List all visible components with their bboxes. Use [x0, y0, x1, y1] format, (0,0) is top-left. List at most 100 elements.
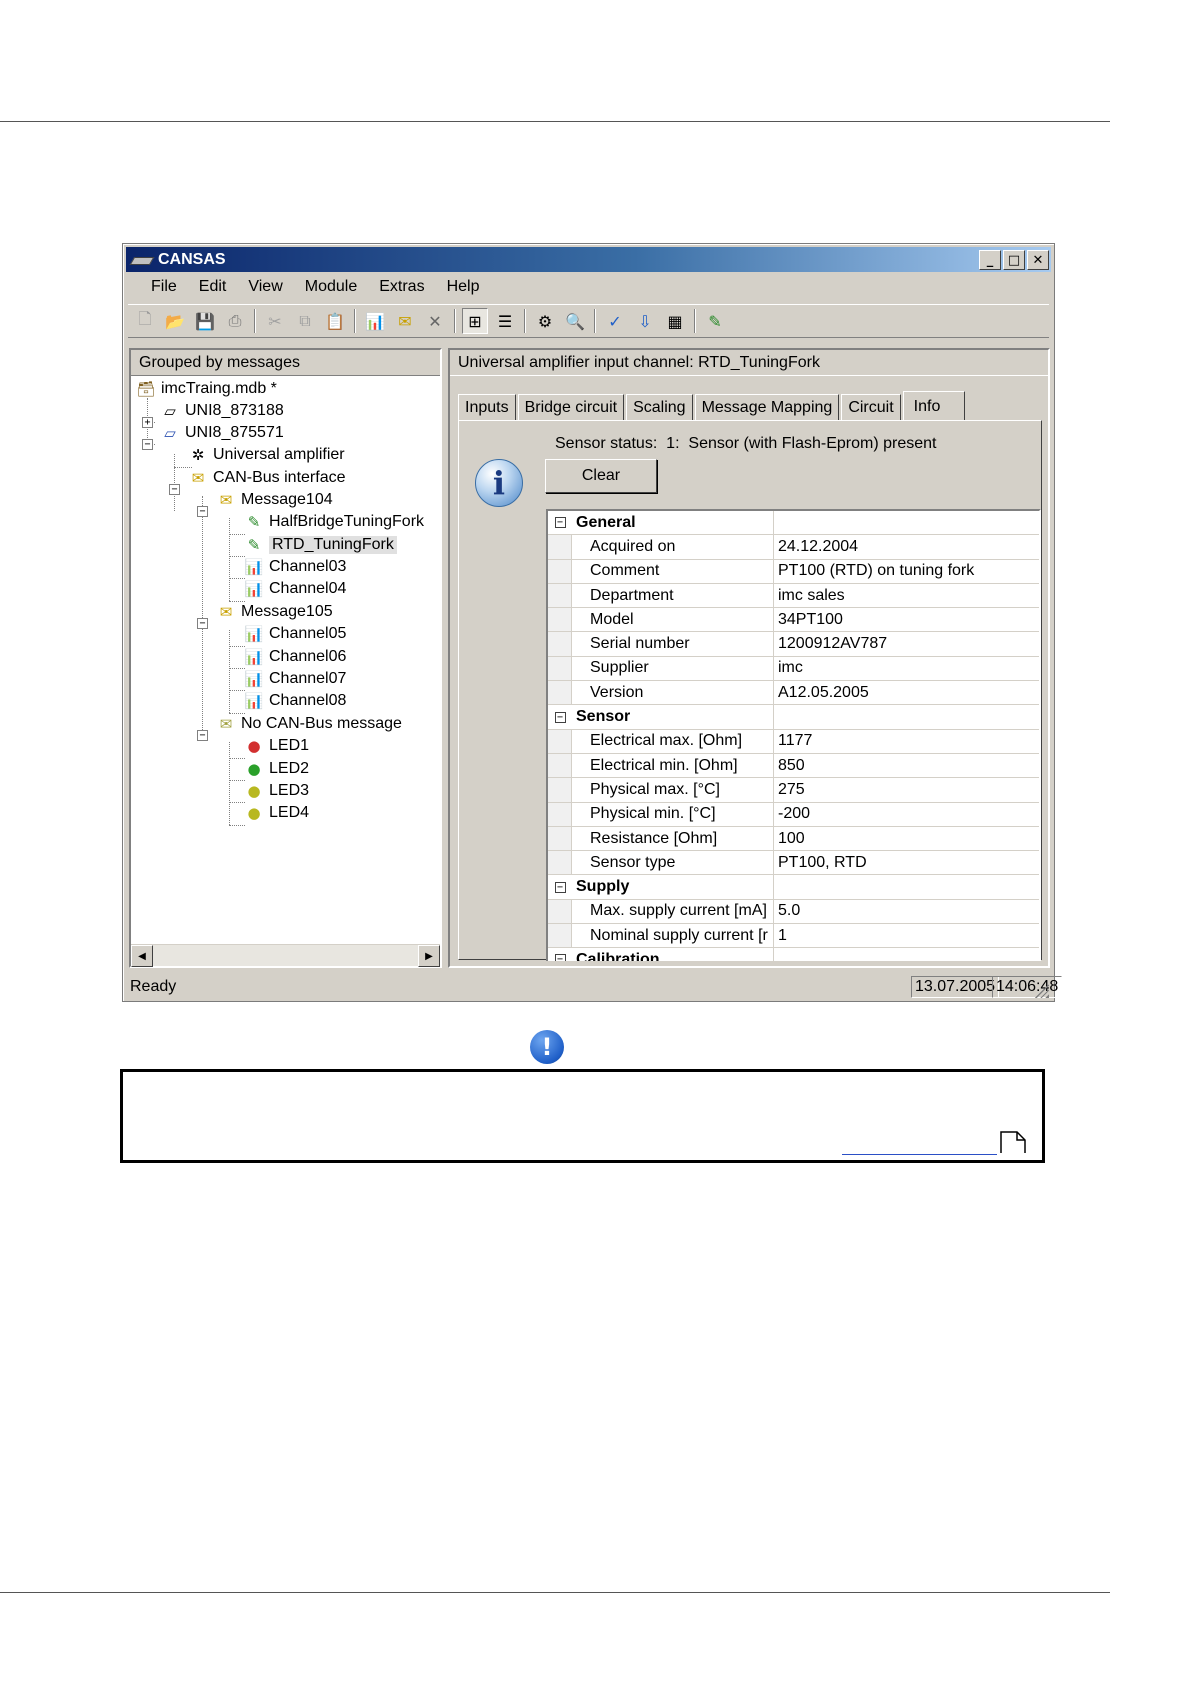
new-message-icon[interactable]: ✉ — [392, 308, 418, 334]
grid-property-value[interactable]: imc sales — [774, 584, 1039, 607]
grid-property-value[interactable]: 1 — [774, 924, 1039, 947]
menu-edit[interactable]: Edit — [188, 278, 238, 296]
cut-icon[interactable]: ✂ — [262, 308, 288, 334]
collapse-uni8-875571[interactable]: − — [142, 439, 153, 450]
tree-item-channel05[interactable]: 📊 Channel05 — [243, 623, 347, 645]
integrate-icon[interactable]: ⚙ — [532, 308, 558, 334]
grid-property-value[interactable]: PT100, RTD — [774, 851, 1039, 874]
tab-scaling[interactable]: Scaling — [626, 394, 693, 420]
menu-extras[interactable]: Extras — [368, 278, 435, 296]
grid-property-row[interactable]: Resistance [Ohm] 100 — [548, 826, 1039, 852]
grid-category-row[interactable]: − Sensor — [548, 705, 1039, 730]
grid-property-value[interactable]: 5.0 — [774, 900, 1039, 923]
tree-item-message105[interactable]: ✉ Message105 — [215, 601, 333, 623]
copy-icon[interactable]: ⧉ — [292, 308, 318, 334]
grid-property-row[interactable]: Supplier imc — [548, 656, 1039, 682]
scroll-left-icon[interactable]: ◀ — [131, 945, 153, 967]
tree-item-channel04[interactable]: 📊 Channel04 — [243, 578, 347, 600]
grid-property-value[interactable]: A12.05.2005 — [774, 681, 1039, 704]
grid-property-row[interactable]: Acquired on 24.12.2004 — [548, 535, 1039, 560]
grid-property-row[interactable]: Comment PT100 (RTD) on tuning fork — [548, 559, 1039, 584]
grid-property-value[interactable]: 34PT100 — [774, 608, 1039, 631]
tree-item-database[interactable]: 🗃 imcTraing.mdb * — [135, 378, 276, 400]
grid-property-row[interactable]: Electrical max. [Ohm] 1177 — [548, 729, 1039, 754]
collapse-message105[interactable]: − — [197, 618, 208, 629]
tree-item-no-can-bus-message[interactable]: ✉ No CAN-Bus message — [215, 713, 402, 735]
collapse-category-icon[interactable]: − — [548, 948, 572, 961]
prepare-icon[interactable]: ⇩ — [632, 308, 658, 334]
grid-property-row[interactable]: Model 34PT100 — [548, 608, 1039, 633]
paste-icon[interactable]: 📋 — [322, 308, 348, 334]
tree-item-channel06[interactable]: 📊 Channel06 — [243, 646, 347, 668]
grid-category-row[interactable]: − General — [548, 511, 1039, 536]
tree-item-led2[interactable]: ● LED2 — [243, 758, 309, 780]
resize-grip-icon[interactable] — [1035, 984, 1049, 998]
tree-item-led4[interactable]: ● LED4 — [243, 802, 309, 824]
menu-file[interactable]: File — [126, 278, 188, 296]
print-icon[interactable]: ⎙ — [222, 308, 248, 334]
grid-category-row[interactable]: − Calibration — [548, 948, 1039, 961]
tree-item-universal-amplifier[interactable]: ✲ Universal amplifier — [187, 444, 345, 466]
open-icon[interactable]: 📂 — [162, 308, 188, 334]
tree-item-rtd-tuningfork[interactable]: ✎ RTD_TuningFork — [243, 534, 397, 556]
grid-property-value[interactable]: 1177 — [774, 730, 1039, 753]
tree-header[interactable]: Grouped by messages — [131, 350, 440, 376]
tree-item-led1[interactable]: ● LED1 — [243, 735, 309, 757]
tab-bridge-circuit[interactable]: Bridge circuit — [517, 394, 625, 420]
grid-property-value[interactable]: 275 — [774, 778, 1039, 801]
grid-property-value[interactable]: 100 — [774, 827, 1039, 850]
tree-item-led3[interactable]: ● LED3 — [243, 780, 309, 802]
grid-property-row[interactable]: Physical min. [°C] -200 — [548, 802, 1039, 827]
tree-item-message104[interactable]: ✉ Message104 — [215, 489, 333, 511]
grid-property-row[interactable]: Physical max. [°C] 275 — [548, 778, 1039, 803]
scroll-right-icon[interactable]: ▶ — [418, 945, 440, 967]
tree-item-uni8-873188[interactable]: ▱ UNI8_873188 — [159, 400, 284, 422]
delete-icon[interactable]: ✕ — [422, 308, 448, 334]
grid-property-row[interactable]: Electrical min. [Ohm] 850 — [548, 753, 1039, 779]
note-link[interactable] — [842, 1154, 997, 1155]
title-bar[interactable]: CANSAS _ □ ✕ — [126, 247, 1051, 272]
minimize-button[interactable]: _ — [979, 250, 1001, 270]
sensor-info-grid[interactable]: − General Acquired on 24.12.2004 Comment PT10… — [546, 509, 1041, 961]
grid-property-value[interactable]: -200 — [774, 803, 1039, 826]
collapse-can-bus-interface[interactable]: − — [169, 484, 180, 495]
module-tree[interactable]: + − − − − − 🗃 imcTraing.mdb * ▱ UNI8_873… — [131, 376, 440, 934]
menu-view[interactable]: View — [237, 278, 293, 296]
group-by-modules-icon[interactable]: ☰ — [492, 308, 518, 334]
tree-item-channel07[interactable]: 📊 Channel07 — [243, 668, 347, 690]
tab-info[interactable]: Info — [902, 391, 966, 421]
grid-property-row[interactable]: Department imc sales — [548, 583, 1039, 609]
close-button[interactable]: ✕ — [1027, 250, 1049, 270]
grid-property-row[interactable]: Version A12.05.2005 — [548, 681, 1039, 706]
collapse-category-icon[interactable]: − — [548, 511, 572, 535]
save-icon[interactable]: 💾 — [192, 308, 218, 334]
grid-property-value[interactable]: imc — [774, 657, 1039, 680]
tree-item-uni8-875571[interactable]: ▱ UNI8_875571 — [159, 422, 284, 444]
group-by-messages-icon[interactable]: ⊞ — [462, 308, 488, 334]
collapse-no-can-bus-message[interactable]: − — [197, 730, 208, 741]
new-icon[interactable]: 🗋 — [132, 308, 158, 334]
grid-category-row[interactable]: − Supply — [548, 875, 1039, 900]
tab-circuit[interactable]: Circuit — [841, 394, 901, 420]
tree-item-can-bus-interface[interactable]: ✉ CAN-Bus interface — [187, 467, 346, 489]
new-channel-icon[interactable]: 📊 — [362, 308, 388, 334]
tab-message-mapping[interactable]: Message Mapping — [694, 394, 840, 420]
grid-property-value[interactable]: PT100 (RTD) on tuning fork — [774, 560, 1039, 583]
clear-button[interactable]: Clear — [545, 459, 657, 493]
tree-item-channel08[interactable]: 📊 Channel08 — [243, 690, 347, 712]
tree-horizontal-scrollbar[interactable]: ◀ ▶ — [131, 944, 440, 967]
check-icon[interactable]: ✓ — [602, 308, 628, 334]
maximize-button[interactable]: □ — [1003, 250, 1025, 270]
menu-module[interactable]: Module — [294, 278, 368, 296]
grid-property-row[interactable]: Sensor type PT100, RTD — [548, 851, 1039, 876]
grid-property-row[interactable]: Nominal supply current [r 1 — [548, 924, 1039, 949]
display-icon[interactable]: ▦ — [662, 308, 688, 334]
tree-item-channel03[interactable]: 📊 Channel03 — [243, 556, 347, 578]
menu-help[interactable]: Help — [436, 278, 491, 296]
collapse-category-icon[interactable]: − — [548, 875, 572, 899]
tab-inputs[interactable]: Inputs — [458, 394, 516, 420]
grid-property-row[interactable]: Max. supply current [mA] 5.0 — [548, 899, 1039, 925]
grid-property-row[interactable]: Serial number 1200912AV787 — [548, 632, 1039, 657]
tree-item-halfbridgetuningfork[interactable]: ✎ HalfBridgeTuningFork — [243, 511, 424, 533]
expand-uni8-873188[interactable]: + — [142, 417, 153, 428]
